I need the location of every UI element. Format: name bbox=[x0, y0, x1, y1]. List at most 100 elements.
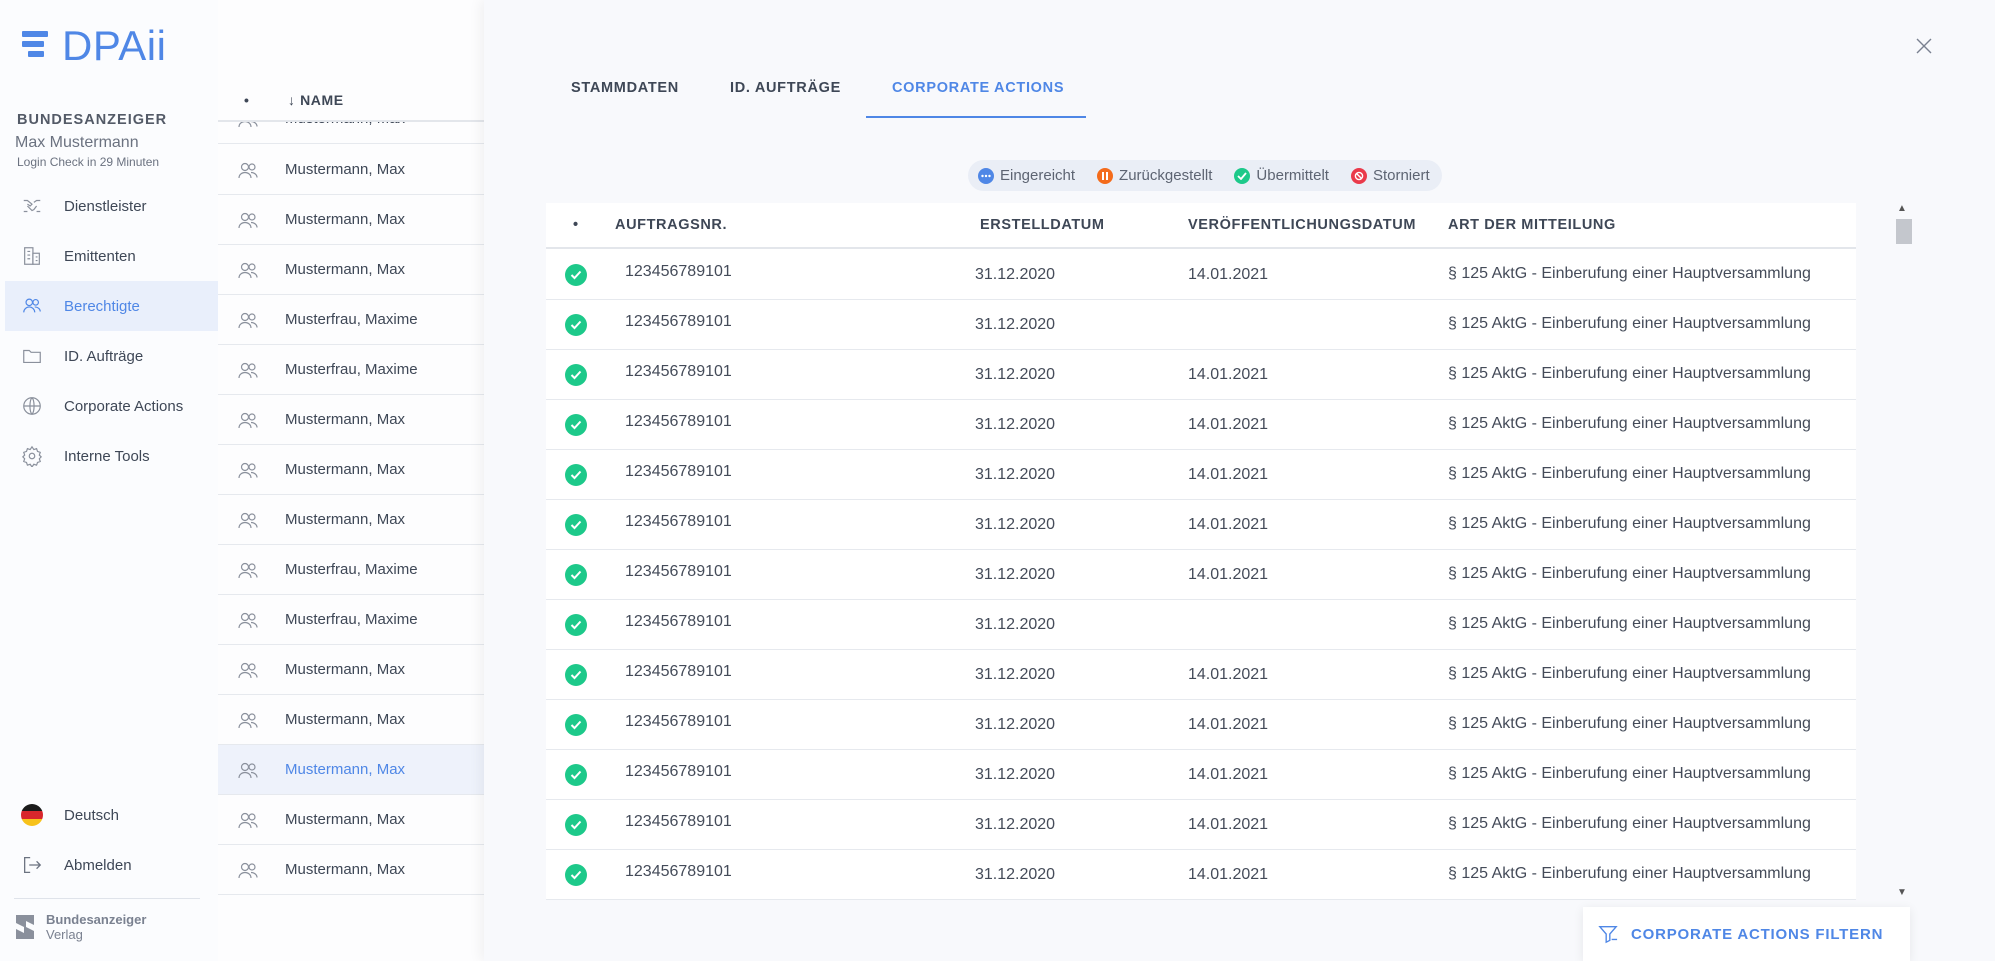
active-tab-indicator bbox=[866, 116, 1086, 118]
nav-label: Berechtigte bbox=[64, 297, 140, 315]
table-row[interactable]: 123456789101 31.12.2020 14.01.2021 § 125 Ak… bbox=[546, 450, 1856, 500]
scrollbar-thumb[interactable] bbox=[1896, 219, 1912, 244]
erstelldatum-cell: 31.12.2020 bbox=[975, 566, 1056, 583]
table-row[interactable]: 123456789101 31.12.2020 14.01.2021 § 125 Ak… bbox=[546, 250, 1856, 300]
table-row[interactable]: 123456789101 31.12.2020 14.01.2021 § 125 Ak… bbox=[546, 650, 1856, 700]
erstelldatum-cell: 31.12.2020 bbox=[975, 416, 1056, 433]
name-label: Musterfrau, Maxime bbox=[285, 361, 418, 378]
art-der-mitteilung-cell: § 125 AktG - Einberufung einer Hauptvers… bbox=[1448, 665, 1811, 682]
detail-panel: STAMMDATEN ID. AUFTRÄGE CORPORATE ACTION… bbox=[484, 0, 1995, 961]
name-row[interactable]: Mustermann, Max bbox=[218, 695, 484, 745]
nav-item-berechtigte[interactable]: Berechtigte bbox=[5, 281, 218, 331]
scroll-down-icon[interactable]: ▼ bbox=[1897, 887, 1907, 898]
veroeffentlichungsdatum-cell: 14.01.2021 bbox=[1188, 466, 1269, 483]
name-row[interactable]: Mustermann, Max bbox=[218, 445, 484, 495]
table-row[interactable]: 123456789101 31.12.2020 14.01.2021 § 125 Ak… bbox=[546, 500, 1856, 550]
handshake-icon bbox=[19, 195, 45, 217]
erstelldatum-cell: 31.12.2020 bbox=[975, 366, 1056, 383]
veroeffentlichungsdatum-cell: 14.01.2021 bbox=[1188, 566, 1269, 583]
cancel-icon bbox=[1350, 167, 1367, 184]
erstelldatum-cell: 31.12.2020 bbox=[975, 666, 1056, 683]
globe-icon bbox=[19, 395, 45, 417]
erstelldatum-cell: 31.12.2020 bbox=[975, 316, 1056, 333]
art-der-mitteilung-cell: § 125 AktG - Einberufung einer Hauptvers… bbox=[1448, 365, 1811, 382]
tab-stammdaten[interactable]: STAMMDATEN bbox=[571, 80, 679, 96]
name-list-rows: Mustermann, Max Mustermann, Max Mustermann… bbox=[218, 122, 484, 897]
logout-label: Abmelden bbox=[64, 856, 132, 874]
name-row[interactable]: Mustermann, Max bbox=[218, 245, 484, 295]
legend-label: Zurückgestellt bbox=[1119, 167, 1213, 184]
table-row[interactable]: 123456789101 31.12.2020 § 125 AktG - Einbe… bbox=[546, 600, 1856, 650]
name-row-partial[interactable]: Mustermann, Max bbox=[218, 122, 484, 144]
erstelldatum-cell: 31.12.2020 bbox=[975, 466, 1056, 483]
auftragsnr-cell: 123456789101 bbox=[625, 863, 732, 880]
legend-label: Eingereicht bbox=[1000, 167, 1076, 184]
table-row[interactable]: 123456789101 31.12.2020 14.01.2021 § 125 Ak… bbox=[546, 800, 1856, 850]
nav-label: Corporate Actions bbox=[64, 397, 184, 415]
german-flag-icon bbox=[19, 803, 45, 827]
table-row[interactable]: 123456789101 31.12.2020 14.01.2021 § 125 Ak… bbox=[546, 350, 1856, 400]
erstelldatum-cell: 31.12.2020 bbox=[975, 616, 1056, 633]
nav-item-interne-tools[interactable]: Interne Tools bbox=[5, 431, 218, 481]
name-row[interactable]: Musterfrau, Maxime bbox=[218, 595, 484, 645]
name-row[interactable]: Mustermann, Max bbox=[218, 795, 484, 845]
table-row[interactable]: 123456789101 31.12.2020 14.01.2021 § 125 Ak… bbox=[546, 750, 1856, 800]
name-column-header[interactable]: ↓ NAME bbox=[288, 92, 344, 108]
name-row[interactable]: Musterfrau, Maxime bbox=[218, 545, 484, 595]
table-row[interactable]: 123456789101 31.12.2020 14.01.2021 § 125 Ak… bbox=[546, 550, 1856, 600]
name-label: Mustermann, Max bbox=[285, 761, 406, 778]
name-row[interactable]: Musterfrau, Maxime bbox=[218, 345, 484, 395]
nav-item-id-auftraege[interactable]: ID. Aufträge bbox=[5, 331, 218, 381]
table-row[interactable]: 123456789101 31.12.2020 14.01.2021 § 125 Ak… bbox=[546, 700, 1856, 750]
name-label: Mustermann, Max bbox=[285, 661, 406, 678]
auftragsnr-cell: 123456789101 bbox=[625, 713, 732, 730]
scroll-up-icon[interactable]: ▲ bbox=[1897, 203, 1907, 214]
nav-label: Dienstleister bbox=[64, 197, 147, 215]
language-switch[interactable]: Deutsch bbox=[5, 795, 218, 835]
corporate-actions-filter-button[interactable]: CORPORATE ACTIONS FILTERN bbox=[1583, 907, 1910, 961]
name-row[interactable]: Mustermann, Max bbox=[218, 395, 484, 445]
name-row[interactable]: Mustermann, Max bbox=[218, 845, 484, 895]
auftragsnr-cell: 123456789101 bbox=[625, 813, 732, 830]
veroeffentlichungsdatum-cell: 14.01.2021 bbox=[1188, 816, 1269, 833]
users-icon bbox=[236, 460, 260, 480]
users-icon bbox=[236, 410, 260, 430]
name-label: Musterfrau, Maxime bbox=[285, 561, 418, 578]
name-label: Mustermann, Max bbox=[285, 711, 406, 728]
table-row[interactable]: 123456789101 31.12.2020 § 125 AktG - Einbe… bbox=[546, 300, 1856, 350]
legend-item-storniert: Storniert bbox=[1350, 167, 1430, 184]
tab-corporate-actions[interactable]: CORPORATE ACTIONS bbox=[892, 80, 1064, 96]
name-row[interactable]: Mustermann, Max bbox=[218, 495, 484, 545]
app-logo[interactable]: DPAii bbox=[22, 22, 166, 70]
name-row[interactable]: Mustermann, Max bbox=[218, 745, 484, 795]
close-icon[interactable] bbox=[1912, 34, 1936, 58]
auftragsnr-column-header[interactable]: AUFTRAGSNR. bbox=[615, 217, 727, 233]
veroeffentlichungsdatum-column-header[interactable]: VERÖFFENTLICHUNGSDATUM bbox=[1188, 217, 1416, 233]
language-label: Deutsch bbox=[64, 806, 120, 824]
nav-item-corporate-actions[interactable]: Corporate Actions bbox=[5, 381, 218, 431]
logout-icon bbox=[19, 854, 45, 876]
name-label: Mustermann, Max bbox=[285, 511, 406, 528]
nav-item-emittenten[interactable]: Emittenten bbox=[5, 231, 218, 281]
sidebar: DPAii BUNDESANZEIGER Max Mustermann Logi… bbox=[0, 0, 218, 961]
table-row[interactable]: 123456789101 31.12.2020 14.01.2021 § 125 Ak… bbox=[546, 850, 1856, 900]
table-scrollbar[interactable]: ▲ ▼ bbox=[1894, 203, 1912, 900]
table-row[interactable]: 123456789101 31.12.2020 14.01.2021 § 125 Ak… bbox=[546, 400, 1856, 450]
name-label: Mustermann, Max bbox=[285, 161, 406, 178]
status-uebermittelt-icon bbox=[565, 864, 587, 886]
publisher-logo: Bundesanzeiger Verlag bbox=[14, 912, 146, 942]
name-row[interactable]: Mustermann, Max bbox=[218, 145, 484, 195]
nav-item-dienstleister[interactable]: Dienstleister bbox=[5, 181, 218, 231]
name-row[interactable]: Musterfrau, Maxime bbox=[218, 295, 484, 345]
logo-mark-icon bbox=[22, 31, 50, 61]
erstelldatum-column-header[interactable]: ERSTELLDATUM bbox=[980, 217, 1105, 233]
users-icon bbox=[236, 610, 260, 630]
veroeffentlichungsdatum-cell: 14.01.2021 bbox=[1188, 716, 1269, 733]
auftragsnr-cell: 123456789101 bbox=[625, 313, 732, 330]
tab-id-auftraege[interactable]: ID. AUFTRÄGE bbox=[730, 80, 841, 96]
erstelldatum-cell: 31.12.2020 bbox=[975, 866, 1056, 883]
name-row[interactable]: Mustermann, Max bbox=[218, 195, 484, 245]
art-der-mitteilung-column-header[interactable]: ART DER MITTEILUNG bbox=[1448, 217, 1616, 233]
name-row[interactable]: Mustermann, Max bbox=[218, 645, 484, 695]
logout-button[interactable]: Abmelden bbox=[5, 845, 218, 885]
